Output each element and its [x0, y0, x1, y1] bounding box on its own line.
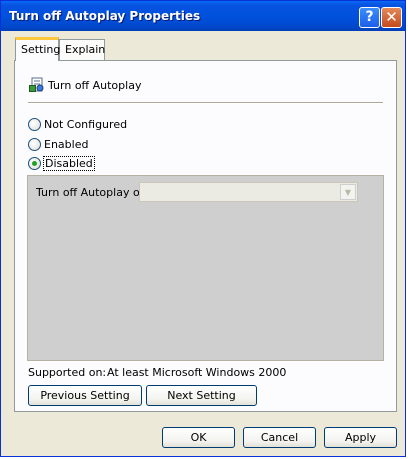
chevron-down-icon[interactable]: ▼ [340, 184, 356, 200]
autoplay-drive-select[interactable]: ▼ [139, 182, 358, 202]
title-bar[interactable]: Turn off Autoplay Properties ? ✕ [1, 1, 405, 31]
radio-checked-dot [32, 161, 37, 166]
tab-setting[interactable]: Setting [15, 37, 60, 61]
close-icon: ✕ [385, 8, 398, 26]
supported-on: Supported on: At least Microsoft Windows… [28, 366, 286, 379]
radio-button[interactable] [28, 118, 41, 131]
cancel-button[interactable]: Cancel [243, 427, 316, 448]
radio-button[interactable] [28, 138, 41, 151]
policy-name: Turn off Autoplay [48, 79, 142, 92]
supported-value: At least Microsoft Windows 2000 [107, 366, 287, 379]
help-icon: ? [365, 9, 374, 25]
next-setting-button[interactable]: Next Setting [146, 385, 257, 406]
properties-dialog: Turn off Autoplay Properties ? ✕ Setting… [0, 0, 406, 457]
radio-label: Not Configured [44, 118, 128, 131]
setting-panel: Turn off Autoplay Not Configured Enabled… [14, 60, 397, 412]
separator [28, 102, 383, 104]
tab-explain[interactable]: Explain [59, 39, 105, 60]
radio-button[interactable] [28, 157, 41, 170]
help-button[interactable]: ? [359, 7, 380, 28]
autoplay-drive-label: Turn off Autoplay on: [36, 186, 151, 199]
radio-label: Disabled [43, 156, 95, 171]
supported-label: Supported on: [28, 366, 107, 379]
window-title: Turn off Autoplay Properties [9, 9, 201, 23]
apply-button[interactable]: Apply [324, 427, 397, 448]
previous-setting-button[interactable]: Previous Setting [28, 385, 142, 406]
policy-settings-icon [29, 77, 44, 92]
close-button[interactable]: ✕ [381, 7, 402, 28]
radio-label: Enabled [44, 138, 89, 151]
ok-button[interactable]: OK [162, 427, 235, 448]
options-area: Turn off Autoplay on: ▼ [27, 175, 384, 361]
